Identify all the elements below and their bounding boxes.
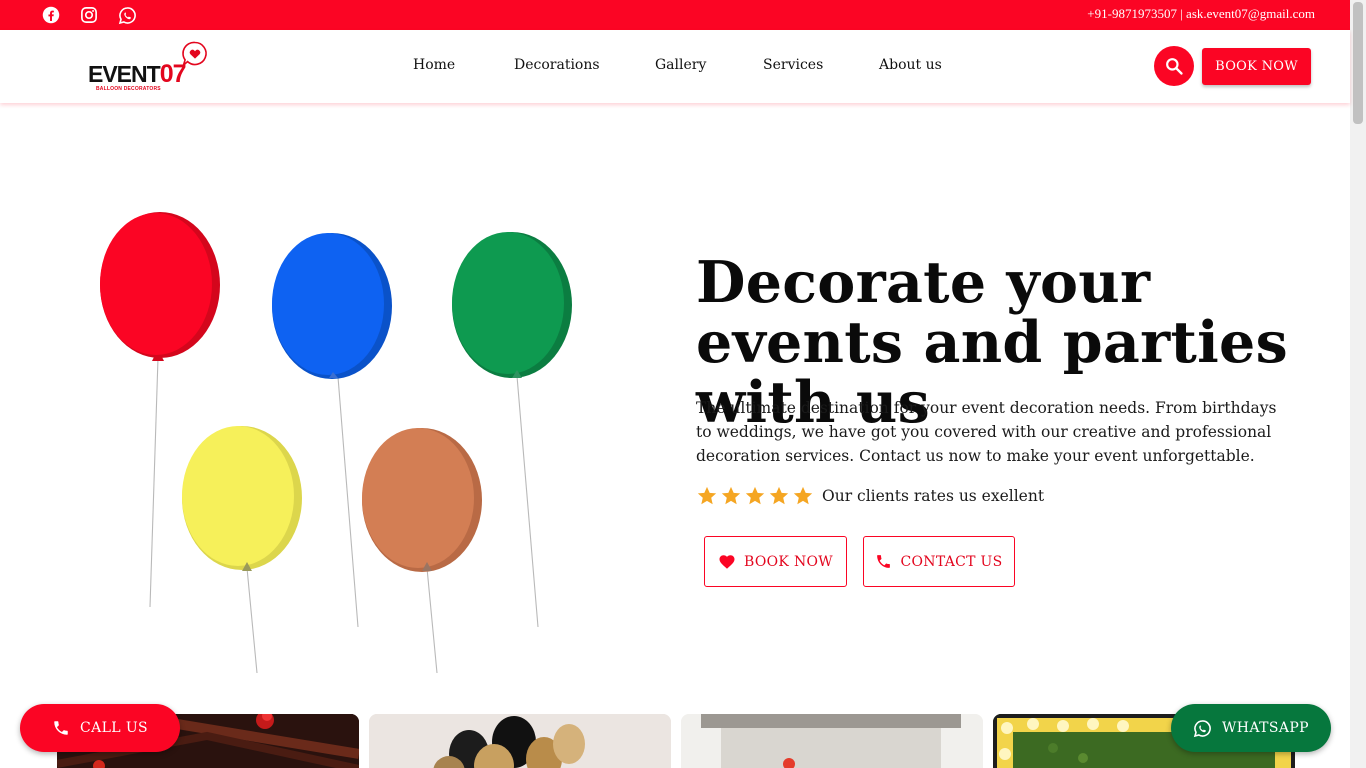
logo-wordmark: EVENT07 [88, 60, 186, 88]
balloons-illustration [100, 212, 572, 674]
heart-bubble-icon [181, 41, 207, 68]
gallery-card[interactable] [369, 714, 671, 768]
facebook-icon[interactable] [41, 5, 61, 25]
red-balloon [100, 212, 220, 361]
contact-us-label: CONTACT US [900, 553, 1003, 570]
nav-gallery[interactable]: Gallery [655, 57, 706, 73]
page-scrollbar[interactable] [1350, 0, 1366, 768]
green-balloon [452, 232, 572, 378]
whatsapp-label: WHATSAPP [1221, 720, 1310, 736]
rating-text: Our clients rates us exellent [822, 487, 1045, 505]
hero-description: The ultimate destination for your event … [696, 399, 1277, 465]
logo-subtitle: BALLOON DECORATORS [96, 86, 161, 92]
copper-balloon [362, 428, 482, 572]
yellow-balloon [182, 426, 302, 571]
gallery-image-balloons [369, 714, 671, 768]
whatsapp-icon[interactable] [117, 5, 137, 25]
rating-row: Our clients rates us exellent [696, 484, 1044, 508]
star-icon [745, 486, 765, 505]
site-logo[interactable]: EVENT07 BALLOON DECORATORS [88, 40, 213, 96]
star-icon [697, 486, 717, 505]
star-icon [793, 486, 813, 505]
search-icon [1166, 58, 1183, 75]
nav-about-us[interactable]: About us [879, 57, 942, 73]
nav-decorations[interactable]: Decorations [514, 57, 600, 73]
whatsapp-button[interactable]: WHATSAPP [1171, 704, 1331, 752]
contact-us-button[interactable]: CONTACT US [863, 536, 1015, 587]
gallery-image-room [681, 714, 983, 768]
nav-home[interactable]: Home [413, 57, 455, 73]
star-icon [769, 486, 789, 505]
search-button[interactable] [1154, 46, 1194, 86]
header-book-now-button[interactable]: BOOK NOW [1202, 48, 1311, 85]
star-rating [696, 485, 814, 507]
top-bar: +91-9871973507 | ask.event07@gmail.com [0, 0, 1350, 30]
contact-info[interactable]: +91-9871973507 | ask.event07@gmail.com [1087, 6, 1315, 22]
nav-services[interactable]: Services [763, 57, 823, 73]
hero-book-now-label: BOOK NOW [744, 553, 833, 570]
scrollbar-thumb[interactable] [1353, 2, 1363, 124]
call-us-label: CALL US [79, 720, 149, 736]
star-icon [721, 486, 741, 505]
phone-icon [877, 555, 891, 568]
call-us-button[interactable]: CALL US [20, 704, 180, 752]
hero-book-now-button[interactable]: BOOK NOW [704, 536, 847, 587]
instagram-icon[interactable] [79, 5, 99, 25]
whatsapp-icon [1193, 719, 1211, 737]
phone-icon [54, 721, 68, 735]
blue-balloon [272, 233, 392, 379]
gallery-card[interactable] [681, 714, 983, 768]
heart-icon [719, 554, 735, 569]
site-header: EVENT07 BALLOON DECORATORS Home Decorati… [0, 30, 1350, 103]
